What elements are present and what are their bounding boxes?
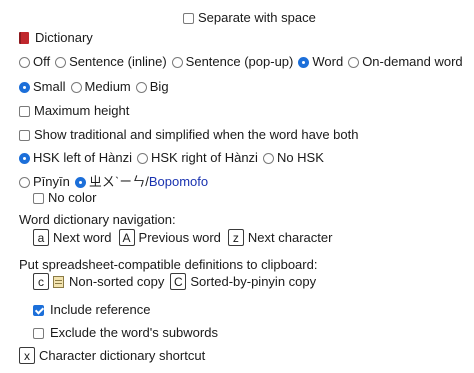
separate-with-space-label: Separate with space [198,10,316,25]
size-option-big[interactable]: Big [135,79,169,95]
non-sorted-copy-key[interactable]: c [33,273,49,290]
character-shortcut-key[interactable]: x [19,347,35,364]
clipboard-heading: Put spreadsheet-compatible definitions t… [19,257,317,273]
red-book-icon [19,32,29,44]
size-option-medium[interactable]: Medium [70,79,131,95]
mode-label-on-demand-word: On-demand word [362,54,463,69]
no-color-option[interactable]: No color [33,190,96,206]
notebook-icon [53,275,64,288]
mode-radio-on-demand-word[interactable] [348,56,360,68]
exclude-subwords-checkbox[interactable] [33,327,44,339]
mode-label-off: Off [33,54,51,69]
sorted-copy-label: Sorted-by-pinyin copy [190,273,317,289]
hsk-label-right: HSK right of Hànzi [151,150,258,165]
no-color-checkbox[interactable] [33,192,44,204]
exclude-subwords-label: Exclude the word's subwords [50,325,218,340]
hsk-radio-right[interactable] [137,152,148,164]
character-shortcut: x Character dictionary shortcut [19,347,205,364]
size-label-medium: Medium [84,79,131,94]
mode-label-sentence-inline: Sentence (inline) [69,54,167,69]
next-character-key[interactable]: z [227,229,244,246]
bopomofo-label: Bopomofo [148,174,209,189]
show-trad-simp-label: Show traditional and simplified when the… [34,127,359,142]
next-word-label: Next word [53,229,112,245]
previous-word-label: Previous word [138,229,221,245]
dictionary-title-label: Dictionary [35,30,93,45]
pinyin-label: Pīnyīn [33,174,70,189]
hsk-radio-left[interactable] [19,152,30,164]
hsk-label-left: HSK left of Hànzi [33,150,132,165]
hsk-option-none[interactable]: No HSK [262,150,324,166]
mode-option-on-demand-word[interactable]: On-demand word [348,54,463,70]
navigation-heading-label: Word dictionary navigation: [19,212,176,227]
hsk-radio-none[interactable] [262,152,274,164]
size-label-small: Small [33,79,66,94]
include-reference-checkbox[interactable] [33,304,44,316]
pinyin-option[interactable]: Pīnyīn [19,174,70,190]
clipboard-keys: c Non-sorted copy C Sorted-by-pinyin cop… [33,273,316,290]
mode-radio-sentence-popup[interactable] [171,56,183,68]
mode-option-sentence-inline[interactable]: Sentence (inline) [55,54,167,70]
mode-radio-word[interactable] [298,56,310,68]
character-shortcut-label: Character dictionary shortcut [39,347,206,363]
sorted-copy-key[interactable]: C [170,273,187,290]
clipboard-heading-label: Put spreadsheet-compatible definitions t… [19,257,318,272]
size-radio-medium[interactable] [70,81,82,93]
include-reference-option[interactable]: Include reference [33,302,150,318]
zhuyin-option[interactable]: ㄓㄨˋㄧㄣ / Bopomofo [74,174,209,190]
mode-option-sentence-popup[interactable]: Sentence (pop-up) [171,54,294,70]
dictionary-mode-group: Off Sentence (inline) Sentence (pop-up) … [19,54,468,70]
next-word-key[interactable]: a [33,229,49,246]
maximum-height-checkbox[interactable] [19,105,30,117]
exclude-subwords-option[interactable]: Exclude the word's subwords [33,325,218,341]
zhuyin-radio[interactable] [74,176,86,188]
include-reference-label: Include reference [50,302,151,317]
mode-radio-sentence-inline[interactable] [55,56,67,68]
size-radio-big[interactable] [135,81,147,93]
zhuyin-label: ㄓㄨˋㄧㄣ [88,174,146,189]
mode-option-off[interactable]: Off [19,54,50,70]
dictionary-title: Dictionary [19,30,93,46]
dictionary-size-group: Small Medium Big [19,79,174,95]
hsk-label-none: No HSK [276,150,324,165]
show-trad-simp-checkbox[interactable] [19,129,30,141]
mode-option-word[interactable]: Word [298,54,343,70]
size-label-big: Big [149,79,169,94]
mode-radio-off[interactable] [19,56,30,68]
no-color-label: No color [48,190,97,205]
navigation-heading: Word dictionary navigation: [19,212,176,228]
size-option-small[interactable]: Small [19,79,66,95]
separate-with-space-option[interactable]: Separate with space [183,10,316,26]
non-sorted-copy-label: Non-sorted copy [69,273,165,289]
navigation-keys: a Next word A Previous word z Next chara… [33,229,332,246]
maximum-height-label: Maximum height [34,103,130,118]
show-trad-simp-option[interactable]: Show traditional and simplified when the… [19,127,358,143]
maximum-height-option[interactable]: Maximum height [19,103,129,119]
previous-word-key[interactable]: A [118,229,135,246]
size-radio-small[interactable] [19,81,30,93]
pinyin-group: Pīnyīn ㄓㄨˋㄧㄣ / Bopomofo [19,174,213,190]
next-character-label: Next character [247,229,333,245]
mode-label-sentence-popup: Sentence (pop-up) [185,54,294,69]
hsk-group: HSK left of Hànzi HSK right of Hànzi No … [19,150,329,166]
hsk-option-left[interactable]: HSK left of Hànzi [19,150,132,166]
hsk-option-right[interactable]: HSK right of Hànzi [137,150,258,166]
pinyin-radio[interactable] [19,176,30,188]
separate-with-space-checkbox[interactable] [183,12,194,24]
mode-label-word: Word [312,54,344,69]
